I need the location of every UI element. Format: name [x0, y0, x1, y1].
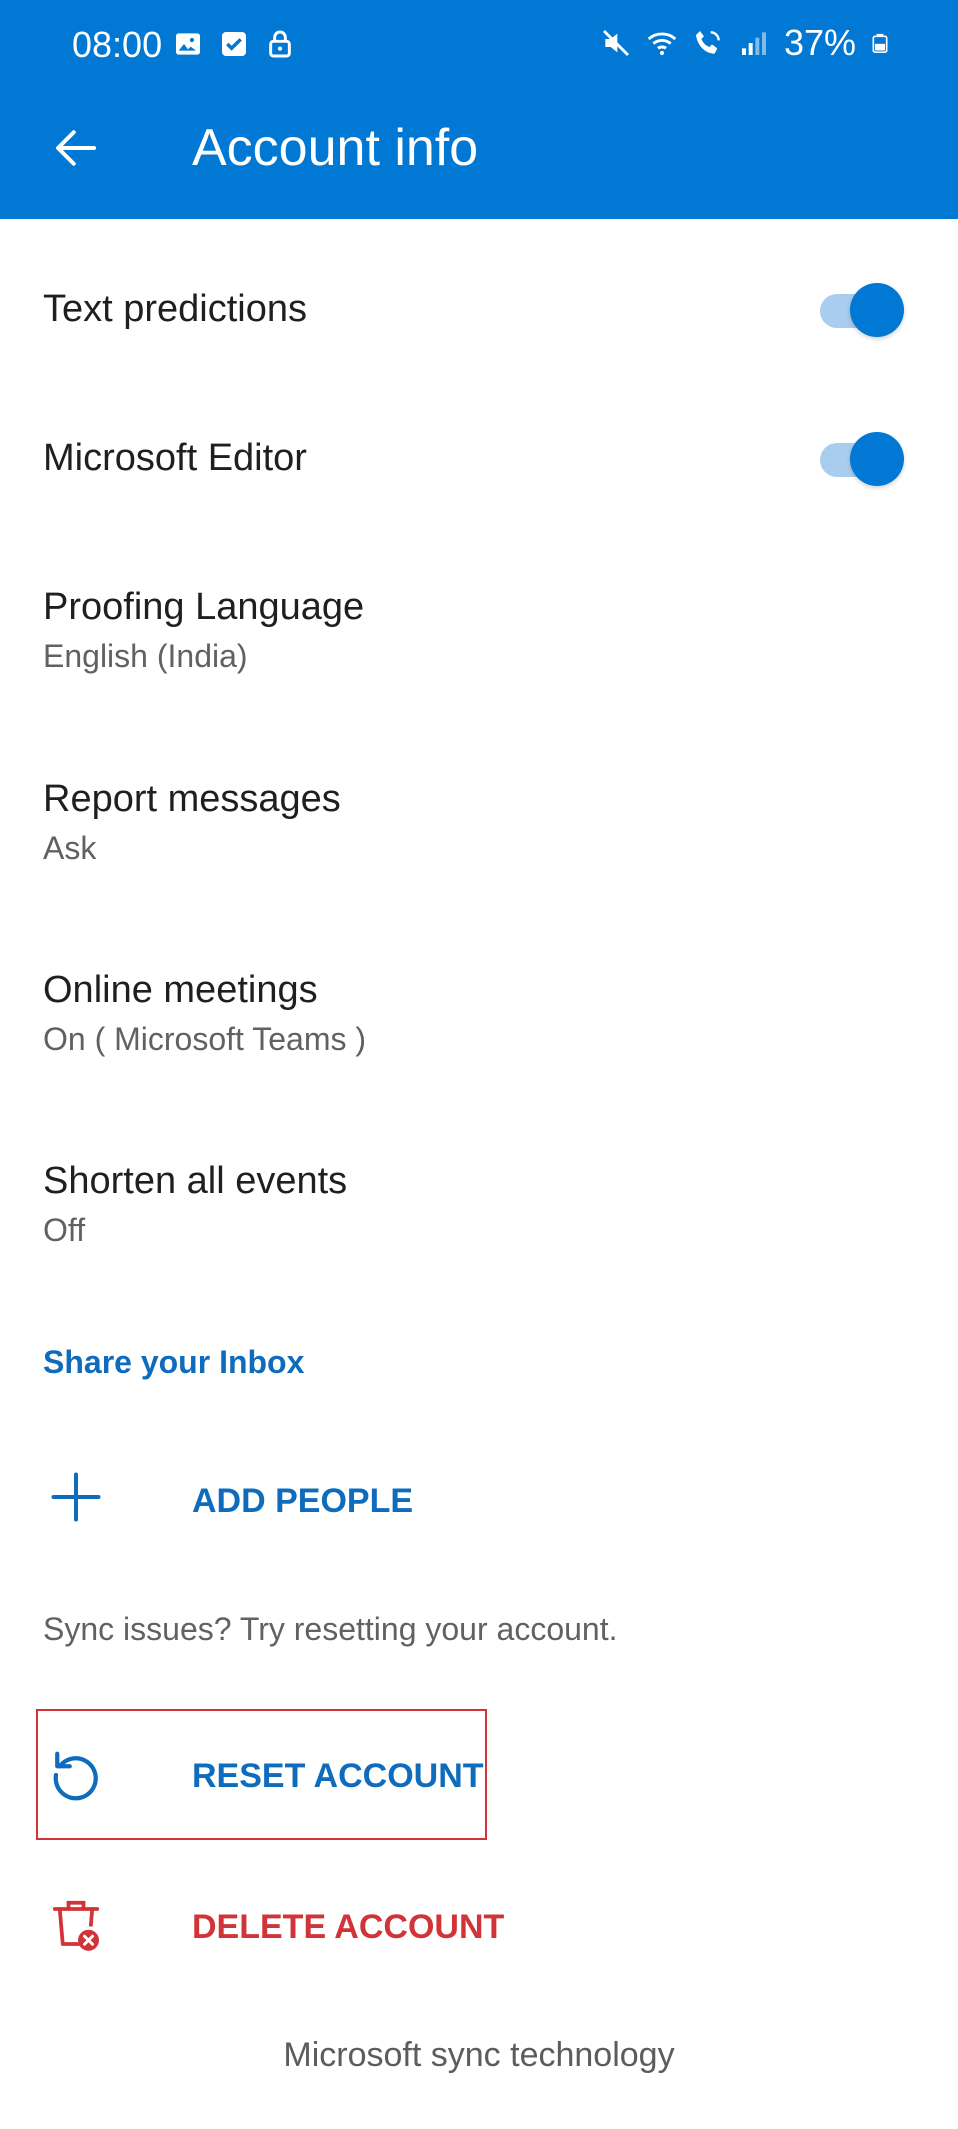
setting-label: Online meetings	[43, 969, 318, 1011]
setting-label: Shorten all events	[43, 1160, 348, 1202]
back-button[interactable]	[44, 116, 108, 180]
delete-account-label: DELETE ACCOUNT	[192, 1908, 505, 1946]
footer-text: Microsoft sync technology	[283, 2036, 675, 2074]
setting-shorten-events[interactable]: Shorten all events Off	[0, 1115, 958, 1295]
setting-microsoft-editor[interactable]: Microsoft Editor	[0, 369, 958, 519]
checkbox-icon	[222, 32, 246, 56]
app-header: 08:00 37% Account info	[0, 0, 958, 219]
delete-account-button[interactable]: DELETE ACCOUNT	[36, 1864, 504, 1994]
wifi-icon	[647, 32, 677, 56]
battery-percentage: 37%	[783, 22, 856, 63]
setting-report-messages[interactable]: Report messages Ask	[0, 732, 958, 912]
microsoft-editor-toggle[interactable]	[818, 430, 906, 486]
status-time: 08:00	[72, 24, 163, 65]
setting-text-predictions[interactable]: Text predictions	[0, 219, 958, 369]
reset-account-label: RESET ACCOUNT	[192, 1757, 484, 1795]
setting-value: Off	[43, 1212, 86, 1248]
signal-icon	[741, 32, 766, 55]
setting-label: Report messages	[43, 778, 341, 820]
add-people-button[interactable]: ADD PEOPLE	[36, 1437, 496, 1567]
reset-account-button[interactable]: RESET ACCOUNT	[36, 1711, 496, 1841]
battery-icon	[872, 33, 888, 53]
text-predictions-toggle[interactable]	[818, 281, 906, 337]
arrow-back-icon	[55, 130, 97, 166]
delete-icon	[52, 1900, 100, 1951]
setting-proofing-language[interactable]: Proofing Language English (India)	[0, 540, 958, 720]
plus-icon	[51, 1472, 101, 1522]
status-system-icons: 37%	[600, 22, 890, 64]
setting-value: English (India)	[43, 638, 248, 674]
page-title: Account info	[192, 119, 479, 177]
status-bar: 08:00 37%	[0, 0, 958, 88]
setting-value: On ( Microsoft Teams )	[43, 1021, 367, 1057]
toggle-knob	[850, 283, 904, 337]
mute-icon	[602, 29, 629, 57]
sync-hint: Sync issues? Try resetting your account.	[43, 1611, 618, 1647]
reset-icon	[53, 1751, 98, 1801]
setting-label: Text predictions	[43, 288, 308, 330]
setting-label: Proofing Language	[43, 586, 365, 628]
gallery-icon	[176, 33, 200, 55]
wifi-calling-icon	[695, 31, 720, 54]
setting-value: Ask	[43, 830, 97, 866]
status-notification-icons	[172, 28, 296, 60]
setting-online-meetings[interactable]: Online meetings On ( Microsoft Teams )	[0, 924, 958, 1104]
share-inbox-heading: Share your Inbox	[43, 1344, 305, 1380]
lock-icon	[269, 30, 291, 58]
toggle-knob	[850, 432, 904, 486]
setting-label: Microsoft Editor	[43, 437, 307, 479]
add-people-label: ADD PEOPLE	[192, 1482, 414, 1520]
